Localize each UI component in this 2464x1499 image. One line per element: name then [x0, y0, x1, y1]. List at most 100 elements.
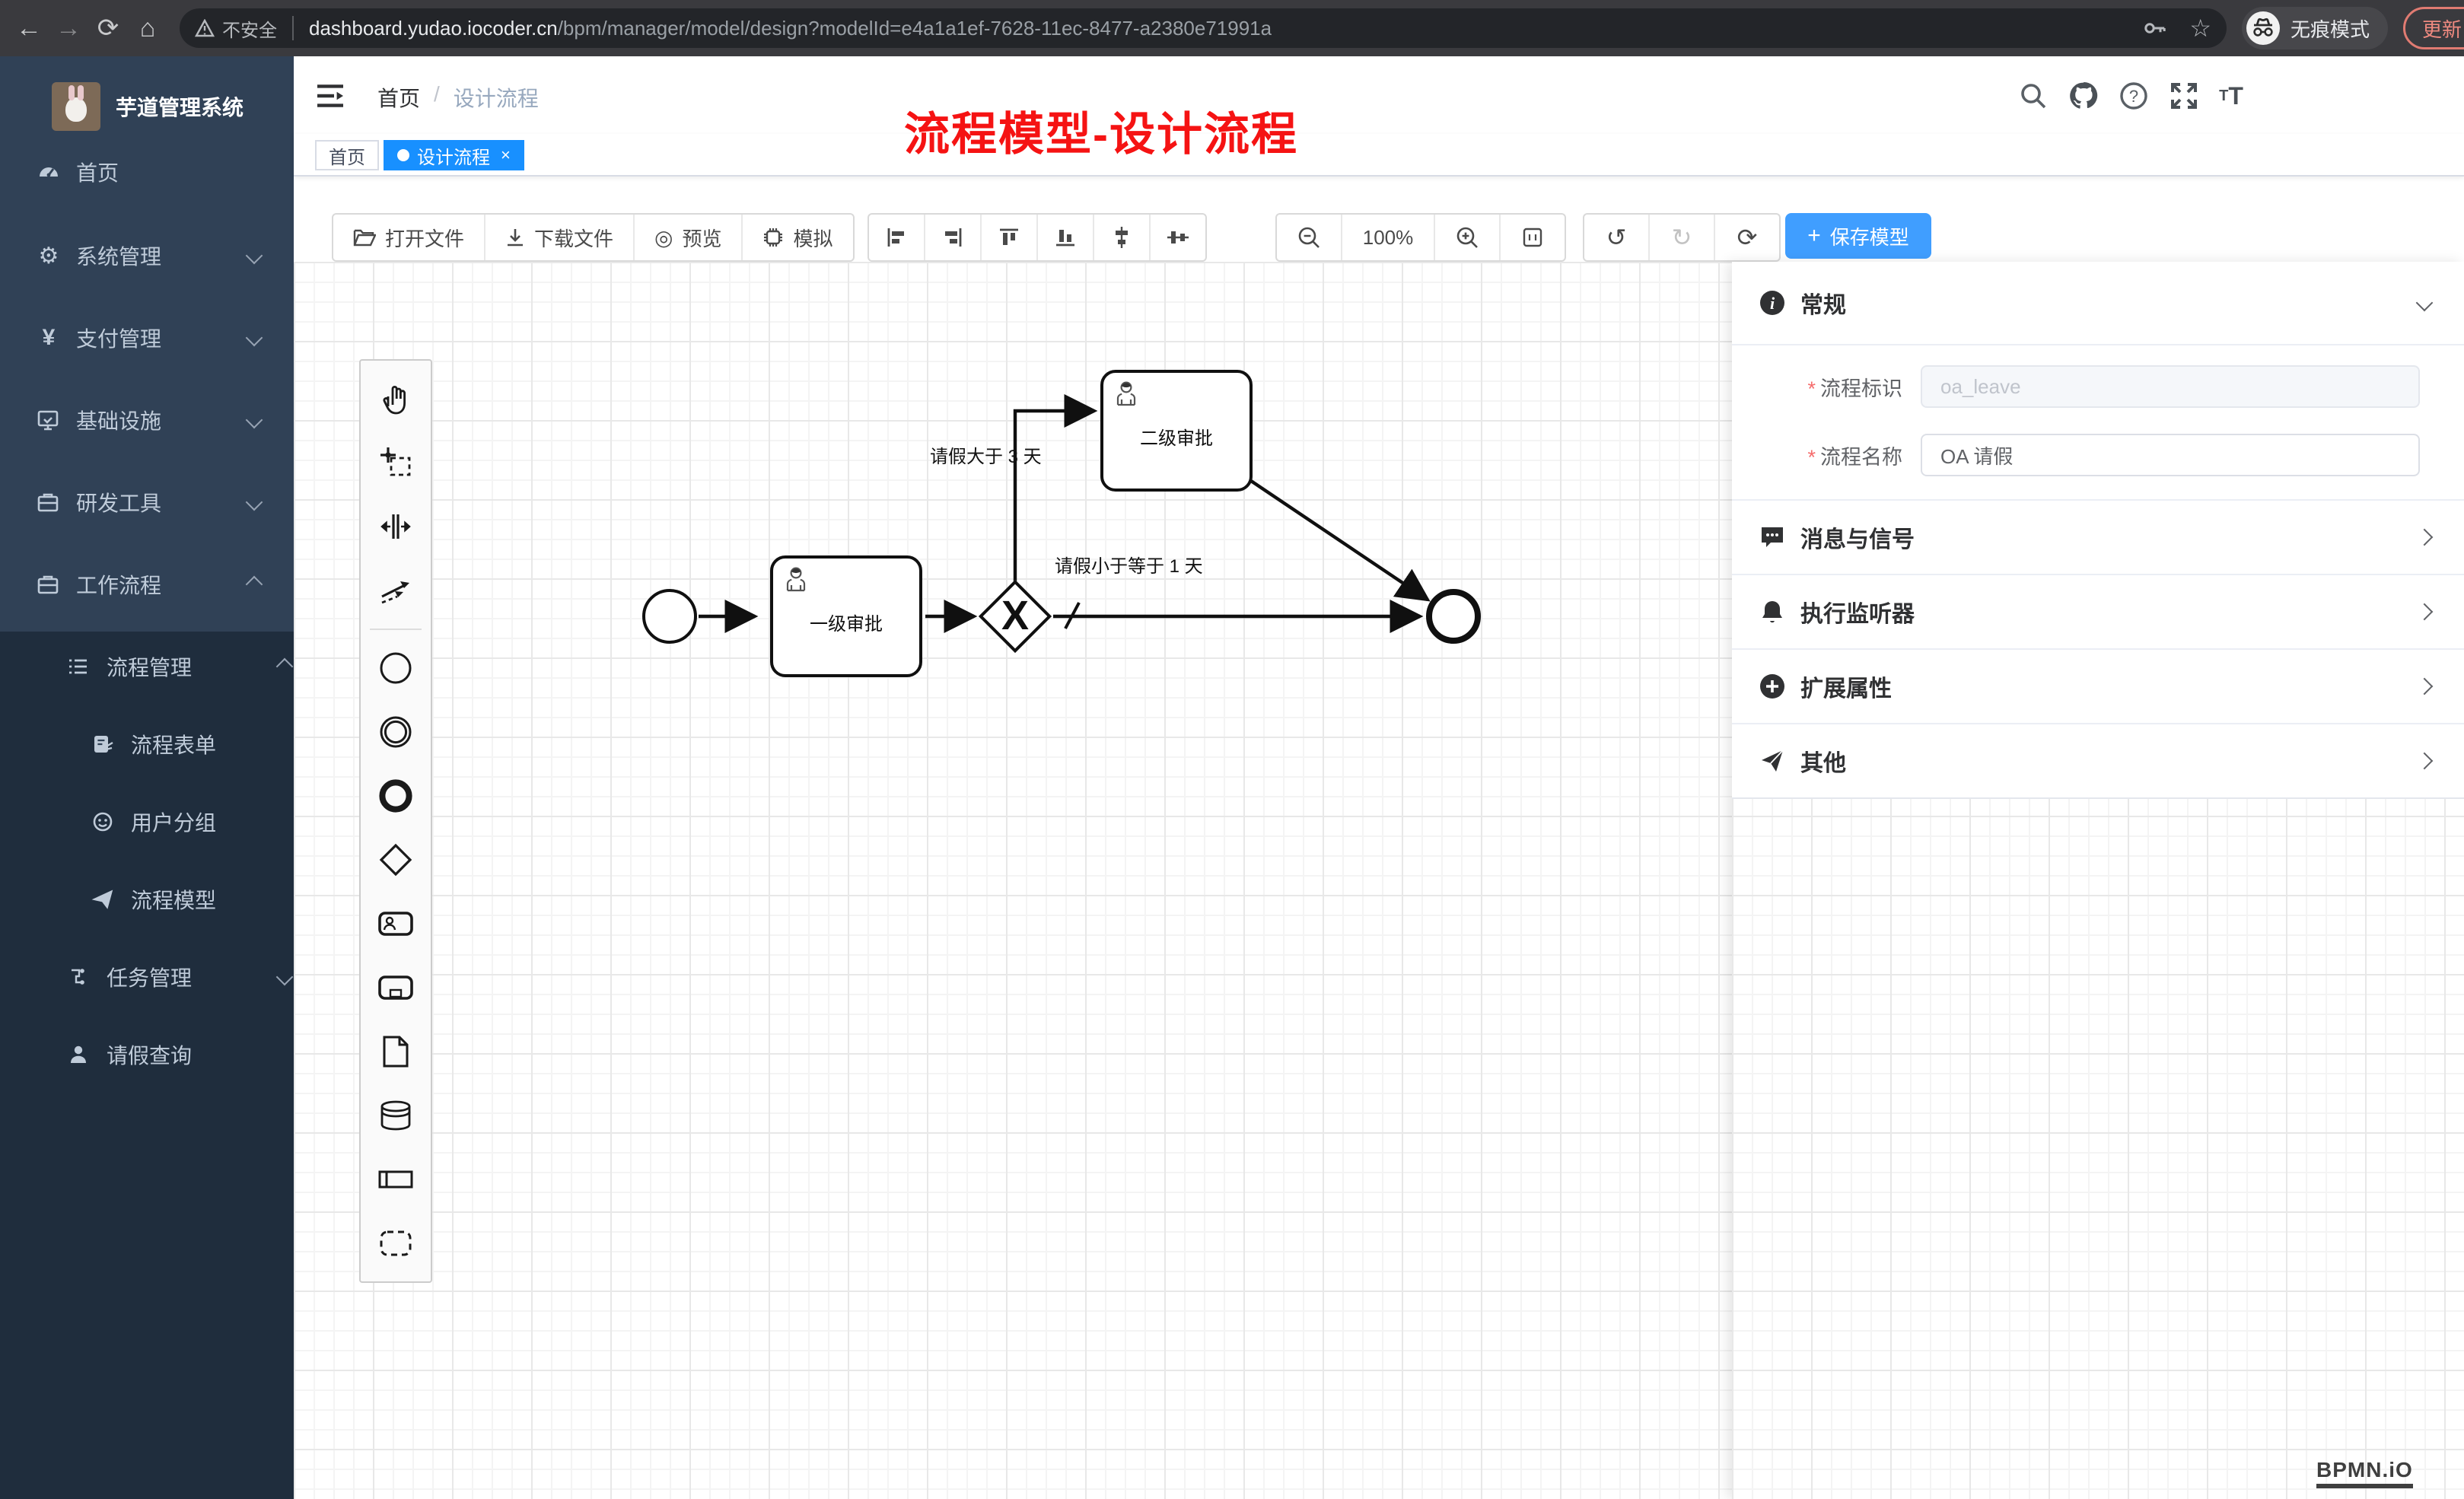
url-text[interactable]: dashboard.yudao.iocoder.cn/bpm/manager/m…	[309, 17, 1272, 40]
preview-icon: ◎	[654, 225, 673, 250]
button-label: 模拟	[793, 224, 832, 252]
section-extended-attributes[interactable]: 扩展属性	[1732, 650, 2464, 724]
align-left-button[interactable]	[869, 215, 925, 260]
breadcrumb-home[interactable]: 首页	[377, 82, 420, 113]
yen-icon: ¥	[37, 325, 61, 351]
align-right-button[interactable]	[925, 215, 982, 260]
field-label: *流程标识	[1732, 372, 1902, 402]
section-message-signal[interactable]: 消息与信号	[1732, 501, 2464, 575]
app-logo	[52, 82, 100, 131]
font-size-icon[interactable]: TT	[2213, 78, 2249, 114]
help-icon[interactable]: ?	[2115, 78, 2152, 114]
sidebar: 芋道管理系统 首页 ⚙ 系统管理 ¥ 支付管理 基础设施 研发工具 工	[0, 56, 294, 1499]
chevron-right-icon	[2416, 529, 2434, 546]
browser-home-icon[interactable]: ⌂	[128, 14, 167, 43]
sidebar-item-process-model[interactable]: 流程模型	[0, 869, 294, 930]
section-general[interactable]: i 常规	[1732, 262, 2464, 345]
start-event[interactable]	[642, 589, 697, 644]
preview-button[interactable]: ◎ 预览	[635, 215, 743, 260]
chevron-down-icon	[246, 247, 263, 265]
paper-plane-icon	[91, 888, 116, 911]
simulate-button[interactable]: 模拟	[743, 215, 852, 260]
security-label: 不安全	[222, 15, 277, 42]
address-bar[interactable]: 不安全 dashboard.yudao.iocoder.cn/bpm/manag…	[180, 8, 2227, 48]
document-edit-icon	[91, 733, 116, 756]
browser-update-button[interactable]: 更新 ⋮	[2403, 7, 2464, 49]
align-bottom-button[interactable]	[1038, 215, 1094, 260]
download-file-button[interactable]: 下载文件	[485, 215, 635, 260]
close-icon[interactable]: ×	[501, 145, 511, 165]
section-execution-listener[interactable]: 执行监听器	[1732, 575, 2464, 650]
sidebar-item-label: 首页	[76, 157, 119, 187]
align-toolbar-group	[867, 213, 1207, 262]
sidebar-item-process-manage[interactable]: 流程管理	[0, 636, 324, 697]
align-center-vertical-button[interactable]	[1094, 215, 1151, 260]
security-status[interactable]: 不安全	[195, 15, 277, 42]
align-bottom-icon	[1055, 227, 1076, 248]
zoom-in-button[interactable]	[1435, 215, 1501, 260]
flow-condition-label: 请假大于 3 天	[930, 441, 1042, 468]
sidebar-item-system[interactable]: ⚙ 系统管理	[0, 225, 294, 286]
restart-button[interactable]: ⟳	[1715, 215, 1779, 260]
undo-button[interactable]: ↺	[1584, 215, 1650, 260]
browser-back-icon[interactable]: ←	[9, 14, 49, 43]
info-icon: i	[1759, 290, 1785, 316]
sidebar-item-infra[interactable]: 基础设施	[0, 390, 294, 450]
sidebar-item-payment[interactable]: ¥ 支付管理	[0, 307, 294, 368]
button-label: 预览	[682, 224, 721, 252]
download-icon	[505, 228, 525, 247]
sidebar-item-devtools[interactable]: 研发工具	[0, 472, 294, 533]
section-title: 常规	[1800, 286, 1846, 320]
user-task-level2[interactable]: 二级审批	[1100, 370, 1253, 492]
chevron-down-icon	[246, 412, 263, 429]
fullscreen-icon[interactable]	[2166, 78, 2202, 114]
undo-icon: ↺	[1606, 223, 1627, 252]
bookmark-star-icon[interactable]: ☆	[2189, 14, 2211, 43]
sidebar-item-process-form[interactable]: 流程表单	[0, 714, 294, 775]
sidebar-item-home[interactable]: 首页	[0, 142, 294, 202]
process-key-input[interactable]	[1921, 365, 2420, 408]
chevron-down-icon	[276, 969, 294, 986]
tab-home[interactable]: 首页	[315, 140, 379, 170]
zoom-out-button[interactable]	[1277, 215, 1342, 260]
tab-label: 设计流程	[417, 142, 490, 169]
open-file-button[interactable]: 打开文件	[333, 215, 485, 260]
zoom-reset-button[interactable]	[1501, 215, 1565, 260]
task-label: 二级审批	[1103, 423, 1250, 450]
sidebar-item-workflow[interactable]: 工作流程	[0, 554, 294, 615]
github-icon[interactable]	[2065, 78, 2102, 114]
monitor-icon	[37, 409, 61, 431]
svg-text:i: i	[1770, 294, 1775, 313]
required-asterisk: *	[1807, 446, 1816, 469]
face-icon	[91, 810, 116, 833]
align-top-button[interactable]	[982, 215, 1038, 260]
process-name-input[interactable]	[1921, 434, 2420, 476]
zoom-out-icon	[1297, 225, 1321, 250]
browser-forward-icon[interactable]: →	[49, 14, 88, 43]
user-task-level1[interactable]: 一级审批	[770, 555, 922, 677]
sidebar-item-leave-query[interactable]: 请假查询	[0, 1024, 324, 1085]
person-icon	[67, 1043, 91, 1066]
incognito-label: 无痕模式	[2291, 14, 2370, 43]
search-icon[interactable]	[2015, 78, 2052, 114]
align-center-horizontal-button[interactable]	[1151, 215, 1205, 260]
tab-design-active[interactable]: 设计流程 ×	[384, 140, 524, 170]
password-key-icon[interactable]	[2141, 14, 2168, 42]
field-process-key: *流程标识	[1732, 365, 2464, 408]
zoom-toolbar-group: 100%	[1275, 213, 1566, 262]
button-label: 打开文件	[385, 224, 464, 252]
save-model-button[interactable]: + 保存模型	[1785, 213, 1931, 259]
redo-button[interactable]: ↻	[1650, 215, 1715, 260]
section-title: 扩展属性	[1800, 670, 1892, 703]
align-left-icon	[886, 227, 907, 248]
app-title: 芋道管理系统	[116, 91, 244, 122]
end-event[interactable]	[1426, 589, 1481, 644]
chevron-up-icon	[246, 576, 263, 594]
browser-reload-icon[interactable]: ⟳	[88, 13, 128, 43]
app-logo-row[interactable]: 芋道管理系统	[0, 73, 294, 140]
sidebar-collapse-icon[interactable]	[312, 78, 349, 114]
sidebar-item-user-group[interactable]: 用户分组	[0, 791, 294, 852]
bpmn-io-watermark[interactable]: BPMN.iO	[2316, 1458, 2413, 1488]
section-other[interactable]: 其他	[1732, 724, 2464, 797]
sidebar-item-task-manage[interactable]: 任务管理	[0, 947, 324, 1007]
